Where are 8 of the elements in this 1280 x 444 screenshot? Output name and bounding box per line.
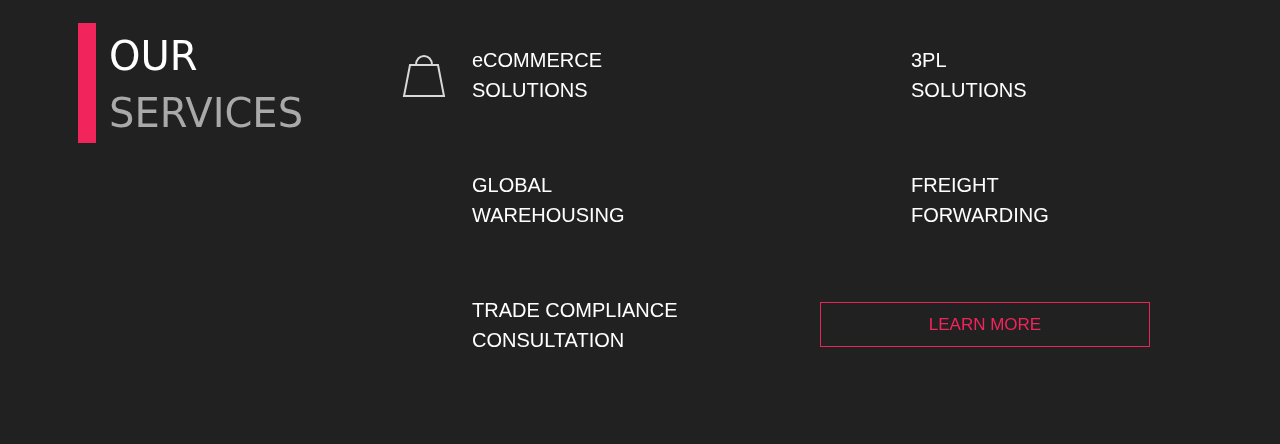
learn-more-button[interactable]: LEARN MORE [820, 302, 1150, 347]
service-title: TRADE COMPLIANCE CONSULTATION [472, 298, 678, 353]
heading-subtitle: SERVICES [109, 89, 304, 138]
service-title: GLOBAL WAREHOUSING [472, 173, 625, 228]
service-title: eCOMMERCE SOLUTIONS [472, 48, 602, 103]
service-title: FREIGHT FORWARDING [911, 173, 1049, 228]
heading-title: OUR [109, 32, 199, 81]
service-title: 3PL SOLUTIONS [911, 48, 1027, 103]
